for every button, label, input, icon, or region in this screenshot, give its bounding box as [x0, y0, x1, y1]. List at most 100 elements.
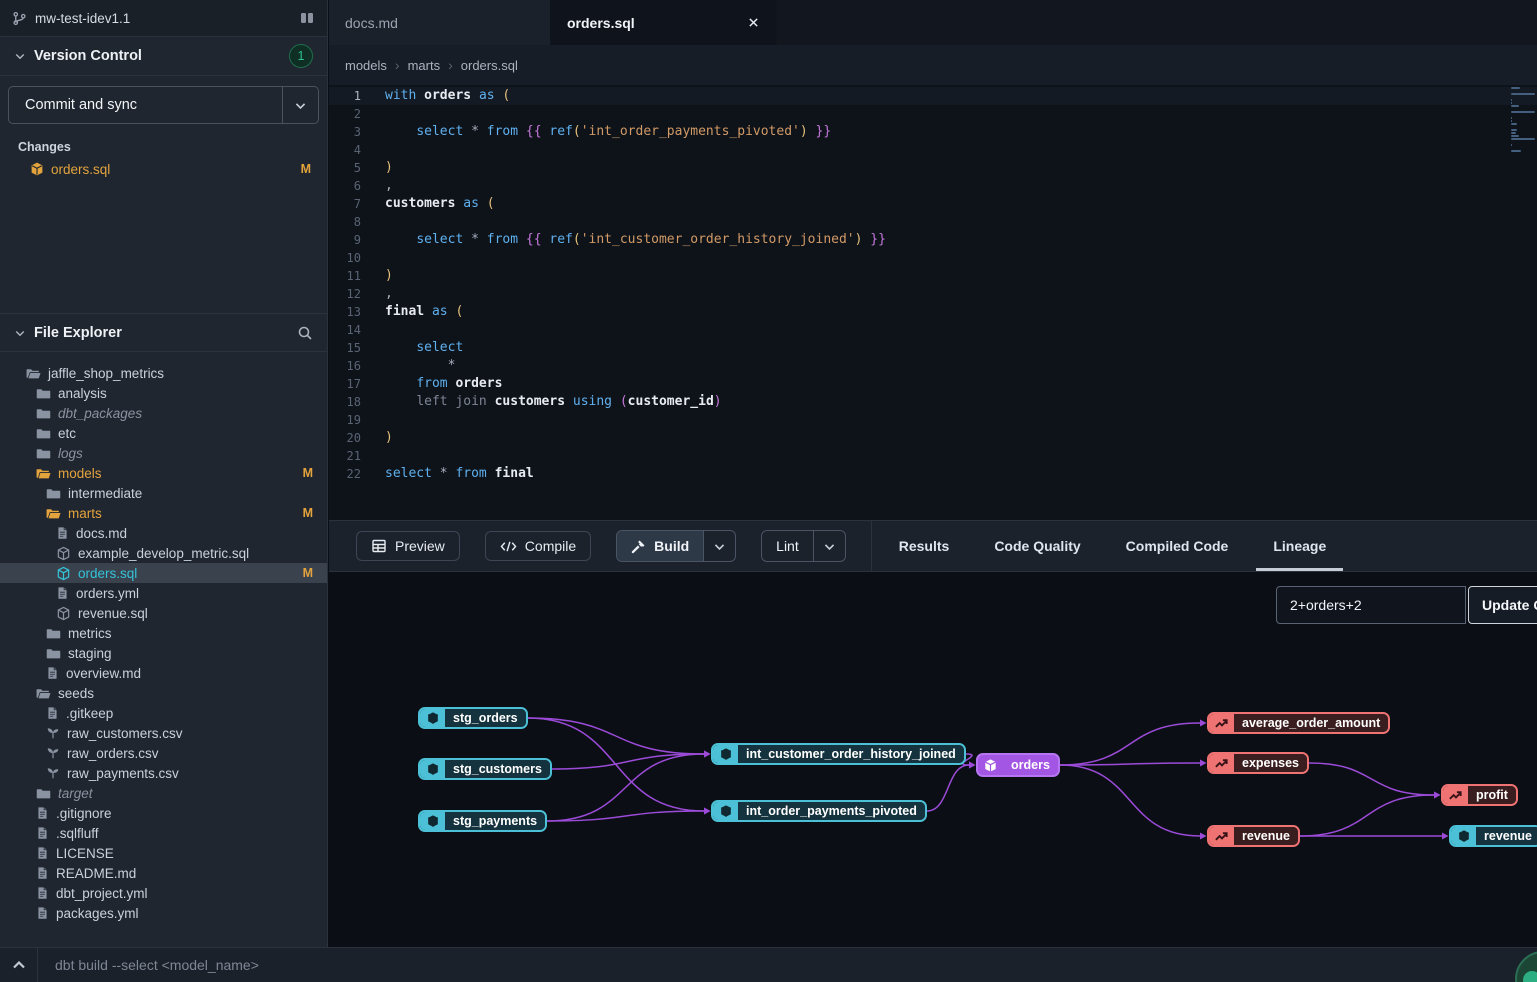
- tree-item-jaffle-shop-metrics[interactable]: jaffle_shop_metrics: [0, 363, 327, 383]
- commit-options-dropdown[interactable]: [282, 87, 318, 123]
- code-text: left join customers using (customer_id): [385, 393, 722, 411]
- changed-file-orders-sql[interactable]: orders.sql M: [0, 158, 327, 180]
- breadcrumb-segment[interactable]: marts: [408, 58, 441, 73]
- code-text: select * from {{ ref('int_order_payments…: [385, 123, 831, 141]
- update-graph-button[interactable]: Update Graph: [1468, 586, 1537, 624]
- breadcrumb-segment[interactable]: orders.sql: [461, 58, 518, 73]
- tree-item-raw-orders-csv[interactable]: raw_orders.csv: [0, 743, 327, 763]
- tree-item--sqlfluff[interactable]: .sqlfluff: [0, 823, 327, 843]
- tree-item-orders-sql[interactable]: orders.sqlM: [0, 563, 327, 583]
- line-number: 5: [329, 159, 385, 177]
- tree-item-etc[interactable]: etc: [0, 423, 327, 443]
- line-number: 21: [329, 447, 385, 465]
- tree-item-analysis[interactable]: analysis: [0, 383, 327, 403]
- lineage-node-profit[interactable]: profit: [1441, 784, 1518, 806]
- tree-item-example-develop-metric-sql[interactable]: example_develop_metric.sql: [0, 543, 327, 563]
- build-options-dropdown[interactable]: [703, 531, 735, 561]
- lineage-node-average_order_amount[interactable]: average_order_amount: [1207, 712, 1390, 734]
- build-button[interactable]: Build: [617, 531, 703, 561]
- tree-item-raw-customers-csv[interactable]: raw_customers.csv: [0, 723, 327, 743]
- lineage-node-revenue_metric[interactable]: revenue: [1207, 825, 1300, 847]
- seed-icon: [46, 766, 60, 780]
- node-icon-cell: [713, 802, 738, 820]
- compile-button[interactable]: Compile: [485, 531, 591, 561]
- tree-item-packages-yml[interactable]: packages.yml: [0, 903, 327, 923]
- tree-item-revenue-sql[interactable]: revenue.sql: [0, 603, 327, 623]
- lint-button[interactable]: Lint: [762, 531, 813, 561]
- lineage-node-orders[interactable]: orders: [976, 753, 1060, 777]
- tree-item-raw-payments-csv[interactable]: raw_payments.csv: [0, 763, 327, 783]
- tab-label: docs.md: [345, 15, 534, 31]
- tab-code-quality[interactable]: Code Quality: [994, 521, 1080, 571]
- code-text: select * from final: [385, 465, 534, 483]
- chevron-down-icon: [14, 50, 26, 62]
- split-view-icon[interactable]: [299, 10, 315, 26]
- tree-item-docs-md[interactable]: docs.md: [0, 523, 327, 543]
- tab-lineage[interactable]: Lineage: [1273, 521, 1326, 571]
- tab-compiled-code[interactable]: Compiled Code: [1126, 521, 1229, 571]
- tree-item-logs[interactable]: logs: [0, 443, 327, 463]
- tree-item-staging[interactable]: staging: [0, 643, 327, 663]
- node-label: stg_payments: [445, 812, 545, 830]
- tree-item-license[interactable]: LICENSE: [0, 843, 327, 863]
- tree-item-models[interactable]: modelsM: [0, 463, 327, 483]
- editor-tab-docs-md[interactable]: docs.md: [329, 0, 551, 45]
- lineage-node-int_order_payments_pivoted[interactable]: int_order_payments_pivoted: [711, 800, 927, 822]
- seed-icon: [46, 726, 60, 740]
- lineage-node-expenses[interactable]: expenses: [1207, 752, 1309, 774]
- build-button-label: Build: [654, 538, 689, 554]
- line-number: 11: [329, 267, 385, 285]
- chevron-down-icon: [14, 327, 26, 339]
- lineage-node-stg_orders[interactable]: stg_orders: [418, 707, 528, 729]
- breadcrumb-segment[interactable]: models: [345, 58, 387, 73]
- tree-item-label: revenue.sql: [78, 606, 313, 621]
- seed-icon: [46, 746, 60, 760]
- file-icon: [56, 526, 69, 540]
- file-explorer-header[interactable]: File Explorer: [0, 313, 327, 352]
- chevron-up-icon[interactable]: [0, 948, 38, 982]
- tree-item-readme-md[interactable]: README.md: [0, 863, 327, 883]
- tree-item-dbt-project-yml[interactable]: dbt_project.yml: [0, 883, 327, 903]
- code-line-6: 6,: [329, 177, 1537, 195]
- tree-item-label: .gitkeep: [66, 706, 313, 721]
- tree-item-seeds[interactable]: seeds: [0, 683, 327, 703]
- commit-and-sync-button[interactable]: Commit and sync: [8, 86, 319, 124]
- tab-results[interactable]: Results: [899, 521, 950, 571]
- line-number: 16: [329, 357, 385, 375]
- search-icon[interactable]: [297, 325, 313, 341]
- lineage-node-stg_customers[interactable]: stg_customers: [418, 758, 552, 780]
- preview-button[interactable]: Preview: [356, 531, 460, 561]
- lineage-node-stg_payments[interactable]: stg_payments: [418, 810, 547, 832]
- tree-item-label: staging: [68, 646, 313, 661]
- lint-options-dropdown[interactable]: [813, 531, 845, 561]
- model-cube-icon: [56, 546, 71, 561]
- command-input[interactable]: dbt build --select <model_name>: [38, 957, 1537, 973]
- tree-item-marts[interactable]: martsM: [0, 503, 327, 523]
- editor-tab-orders-sql[interactable]: orders.sql: [551, 0, 777, 45]
- tree-item-label: overview.md: [66, 666, 313, 681]
- tree-item-intermediate[interactable]: intermediate: [0, 483, 327, 503]
- code-text: ,: [385, 177, 393, 195]
- dbt-ide-app: mw-test-idev1.1 Version Control 1 Commit…: [0, 0, 1537, 982]
- lineage-node-revenue_model[interactable]: revenue: [1449, 825, 1537, 847]
- tree-item--gitkeep[interactable]: .gitkeep: [0, 703, 327, 723]
- run-status-button[interactable]: [1515, 951, 1537, 982]
- version-control-header[interactable]: Version Control 1: [0, 37, 327, 76]
- tree-item-dbt-packages[interactable]: dbt_packages: [0, 403, 327, 423]
- tree-item-target[interactable]: target: [0, 783, 327, 803]
- modified-badge: M: [303, 506, 313, 520]
- line-number: 4: [329, 141, 385, 159]
- lineage-selector-input[interactable]: 2+orders+2: [1276, 586, 1466, 624]
- model-cube-icon: [426, 814, 440, 828]
- tree-item-orders-yml[interactable]: orders.yml: [0, 583, 327, 603]
- node-icon-cell: [1451, 827, 1476, 845]
- minimap[interactable]: [1511, 87, 1535, 153]
- lineage-node-int_customer_order_history_joined[interactable]: int_customer_order_history_joined: [711, 743, 966, 765]
- tree-item--gitignore[interactable]: .gitignore: [0, 803, 327, 823]
- code-editor[interactable]: 1with orders as (23 select * from {{ ref…: [329, 85, 1537, 520]
- tree-item-metrics[interactable]: metrics: [0, 623, 327, 643]
- code-text: with orders as (: [385, 87, 510, 105]
- lineage-panel: stg_orders stg_customers stg_payments int_c…: [329, 572, 1537, 947]
- close-tab-icon[interactable]: [747, 16, 760, 29]
- tree-item-overview-md[interactable]: overview.md: [0, 663, 327, 683]
